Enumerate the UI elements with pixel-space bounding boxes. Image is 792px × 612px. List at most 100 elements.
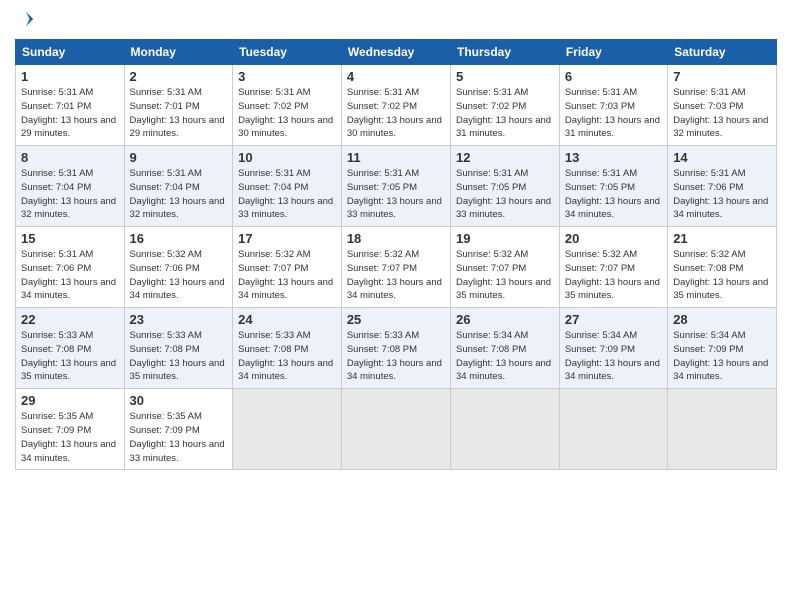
day-number: 15 <box>21 231 119 246</box>
calendar-cell: 25 Sunrise: 5:33 AMSunset: 7:08 PMDayligh… <box>341 308 450 389</box>
calendar-cell: 15 Sunrise: 5:31 AMSunset: 7:06 PMDayligh… <box>16 227 125 308</box>
day-number: 2 <box>130 69 228 84</box>
logo <box>15 10 35 33</box>
calendar-week-2: 8 Sunrise: 5:31 AMSunset: 7:04 PMDaylight… <box>16 146 777 227</box>
day-number: 29 <box>21 393 119 408</box>
calendar-cell: 14 Sunrise: 5:31 AMSunset: 7:06 PMDayligh… <box>668 146 777 227</box>
day-info: Sunrise: 5:31 AMSunset: 7:01 PMDaylight:… <box>21 86 119 141</box>
calendar-cell: 20 Sunrise: 5:32 AMSunset: 7:07 PMDayligh… <box>559 227 667 308</box>
calendar-cell: 19 Sunrise: 5:32 AMSunset: 7:07 PMDayligh… <box>451 227 560 308</box>
day-info: Sunrise: 5:32 AMSunset: 7:07 PMDaylight:… <box>238 248 336 303</box>
day-info: Sunrise: 5:32 AMSunset: 7:07 PMDaylight:… <box>565 248 662 303</box>
calendar-week-4: 22 Sunrise: 5:33 AMSunset: 7:08 PMDayligh… <box>16 308 777 389</box>
day-header-tuesday: Tuesday <box>233 40 342 65</box>
calendar-cell: 12 Sunrise: 5:31 AMSunset: 7:05 PMDayligh… <box>451 146 560 227</box>
day-header-wednesday: Wednesday <box>341 40 450 65</box>
day-number: 22 <box>21 312 119 327</box>
day-number: 30 <box>130 393 228 408</box>
calendar-cell: 10Sunrise: 5:31 AMSunset: 7:04 PMDayligh… <box>233 146 342 227</box>
day-number: 9 <box>130 150 228 165</box>
day-info: Sunrise: 5:31 AMSunset: 7:02 PMDaylight:… <box>456 86 554 141</box>
calendar-cell: 9Sunrise: 5:31 AMSunset: 7:04 PMDaylight… <box>124 146 233 227</box>
day-info: Sunrise: 5:35 AMSunset: 7:09 PMDaylight:… <box>130 410 228 465</box>
day-header-monday: Monday <box>124 40 233 65</box>
day-info: Sunrise: 5:31 AMSunset: 7:03 PMDaylight:… <box>565 86 662 141</box>
calendar-cell: 18 Sunrise: 5:32 AMSunset: 7:07 PMDayligh… <box>341 227 450 308</box>
day-number: 5 <box>456 69 554 84</box>
day-info: Sunrise: 5:33 AMSunset: 7:08 PMDaylight:… <box>130 329 228 384</box>
day-number: 28 <box>673 312 771 327</box>
calendar-cell: 2Sunrise: 5:31 AMSunset: 7:01 PMDaylight… <box>124 65 233 146</box>
calendar-cell: 30 Sunrise: 5:35 AMSunset: 7:09 PMDayligh… <box>124 389 233 470</box>
day-number: 24 <box>238 312 336 327</box>
day-number: 14 <box>673 150 771 165</box>
day-info: Sunrise: 5:34 AMSunset: 7:09 PMDaylight:… <box>565 329 662 384</box>
calendar-cell: 21 Sunrise: 5:32 AMSunset: 7:08 PMDayligh… <box>668 227 777 308</box>
day-number: 11 <box>347 150 445 165</box>
day-header-friday: Friday <box>559 40 667 65</box>
days-header-row: SundayMondayTuesdayWednesdayThursdayFrid… <box>16 40 777 65</box>
day-number: 1 <box>21 69 119 84</box>
calendar-cell: 22Sunrise: 5:33 AMSunset: 7:08 PMDayligh… <box>16 308 125 389</box>
day-info: Sunrise: 5:31 AMSunset: 7:02 PMDaylight:… <box>347 86 445 141</box>
calendar-cell: 29 Sunrise: 5:35 AMSunset: 7:09 PMDayligh… <box>16 389 125 470</box>
day-number: 17 <box>238 231 336 246</box>
day-info: Sunrise: 5:31 AMSunset: 7:05 PMDaylight:… <box>456 167 554 222</box>
calendar-cell: 3 Sunrise: 5:31 AMSunset: 7:02 PMDaylight… <box>233 65 342 146</box>
calendar-cell: 8 Sunrise: 5:31 AMSunset: 7:04 PMDaylight… <box>16 146 125 227</box>
day-info: Sunrise: 5:35 AMSunset: 7:09 PMDaylight:… <box>21 410 119 465</box>
day-info: Sunrise: 5:31 AMSunset: 7:04 PMDaylight:… <box>238 167 336 222</box>
day-number: 25 <box>347 312 445 327</box>
calendar-cell <box>668 389 777 470</box>
day-info: Sunrise: 5:32 AMSunset: 7:07 PMDaylight:… <box>347 248 445 303</box>
day-info: Sunrise: 5:34 AMSunset: 7:08 PMDaylight:… <box>456 329 554 384</box>
day-number: 6 <box>565 69 662 84</box>
day-number: 23 <box>130 312 228 327</box>
day-number: 16 <box>130 231 228 246</box>
day-number: 8 <box>21 150 119 165</box>
day-number: 3 <box>238 69 336 84</box>
day-info: Sunrise: 5:32 AMSunset: 7:07 PMDaylight:… <box>456 248 554 303</box>
day-info: Sunrise: 5:31 AMSunset: 7:06 PMDaylight:… <box>21 248 119 303</box>
calendar-cell: 11 Sunrise: 5:31 AMSunset: 7:05 PMDayligh… <box>341 146 450 227</box>
day-number: 12 <box>456 150 554 165</box>
day-number: 4 <box>347 69 445 84</box>
calendar-cell: 23 Sunrise: 5:33 AMSunset: 7:08 PMDayligh… <box>124 308 233 389</box>
day-info: Sunrise: 5:31 AMSunset: 7:06 PMDaylight:… <box>673 167 771 222</box>
calendar-week-5: 29 Sunrise: 5:35 AMSunset: 7:09 PMDayligh… <box>16 389 777 470</box>
day-number: 27 <box>565 312 662 327</box>
calendar-cell: 27 Sunrise: 5:34 AMSunset: 7:09 PMDayligh… <box>559 308 667 389</box>
day-number: 13 <box>565 150 662 165</box>
day-header-thursday: Thursday <box>451 40 560 65</box>
day-number: 18 <box>347 231 445 246</box>
calendar-cell: 17 Sunrise: 5:32 AMSunset: 7:07 PMDayligh… <box>233 227 342 308</box>
day-info: Sunrise: 5:31 AMSunset: 7:05 PMDaylight:… <box>565 167 662 222</box>
calendar-cell: 16 Sunrise: 5:32 AMSunset: 7:06 PMDayligh… <box>124 227 233 308</box>
page-header <box>15 10 777 33</box>
day-info: Sunrise: 5:32 AMSunset: 7:06 PMDaylight:… <box>130 248 228 303</box>
calendar-week-3: 15 Sunrise: 5:31 AMSunset: 7:06 PMDayligh… <box>16 227 777 308</box>
day-info: Sunrise: 5:31 AMSunset: 7:03 PMDaylight:… <box>673 86 771 141</box>
day-info: Sunrise: 5:31 AMSunset: 7:05 PMDaylight:… <box>347 167 445 222</box>
calendar-cell <box>451 389 560 470</box>
calendar-cell: 24 Sunrise: 5:33 AMSunset: 7:08 PMDayligh… <box>233 308 342 389</box>
day-header-sunday: Sunday <box>16 40 125 65</box>
day-info: Sunrise: 5:31 AMSunset: 7:02 PMDaylight:… <box>238 86 336 141</box>
day-number: 7 <box>673 69 771 84</box>
day-number: 21 <box>673 231 771 246</box>
calendar-cell: 6 Sunrise: 5:31 AMSunset: 7:03 PMDaylight… <box>559 65 667 146</box>
calendar-week-1: 1 Sunrise: 5:31 AMSunset: 7:01 PMDaylight… <box>16 65 777 146</box>
day-number: 19 <box>456 231 554 246</box>
calendar-cell: 4 Sunrise: 5:31 AMSunset: 7:02 PMDaylight… <box>341 65 450 146</box>
calendar-cell: 1 Sunrise: 5:31 AMSunset: 7:01 PMDaylight… <box>16 65 125 146</box>
calendar-cell: 7 Sunrise: 5:31 AMSunset: 7:03 PMDaylight… <box>668 65 777 146</box>
day-number: 20 <box>565 231 662 246</box>
day-info: Sunrise: 5:33 AMSunset: 7:08 PMDaylight:… <box>347 329 445 384</box>
day-info: Sunrise: 5:33 AMSunset: 7:08 PMDaylight:… <box>238 329 336 384</box>
day-header-saturday: Saturday <box>668 40 777 65</box>
day-info: Sunrise: 5:31 AMSunset: 7:04 PMDaylight:… <box>21 167 119 222</box>
logo-general <box>15 10 35 33</box>
day-info: Sunrise: 5:32 AMSunset: 7:08 PMDaylight:… <box>673 248 771 303</box>
calendar-cell: 26Sunrise: 5:34 AMSunset: 7:08 PMDayligh… <box>451 308 560 389</box>
calendar-cell: 13 Sunrise: 5:31 AMSunset: 7:05 PMDayligh… <box>559 146 667 227</box>
